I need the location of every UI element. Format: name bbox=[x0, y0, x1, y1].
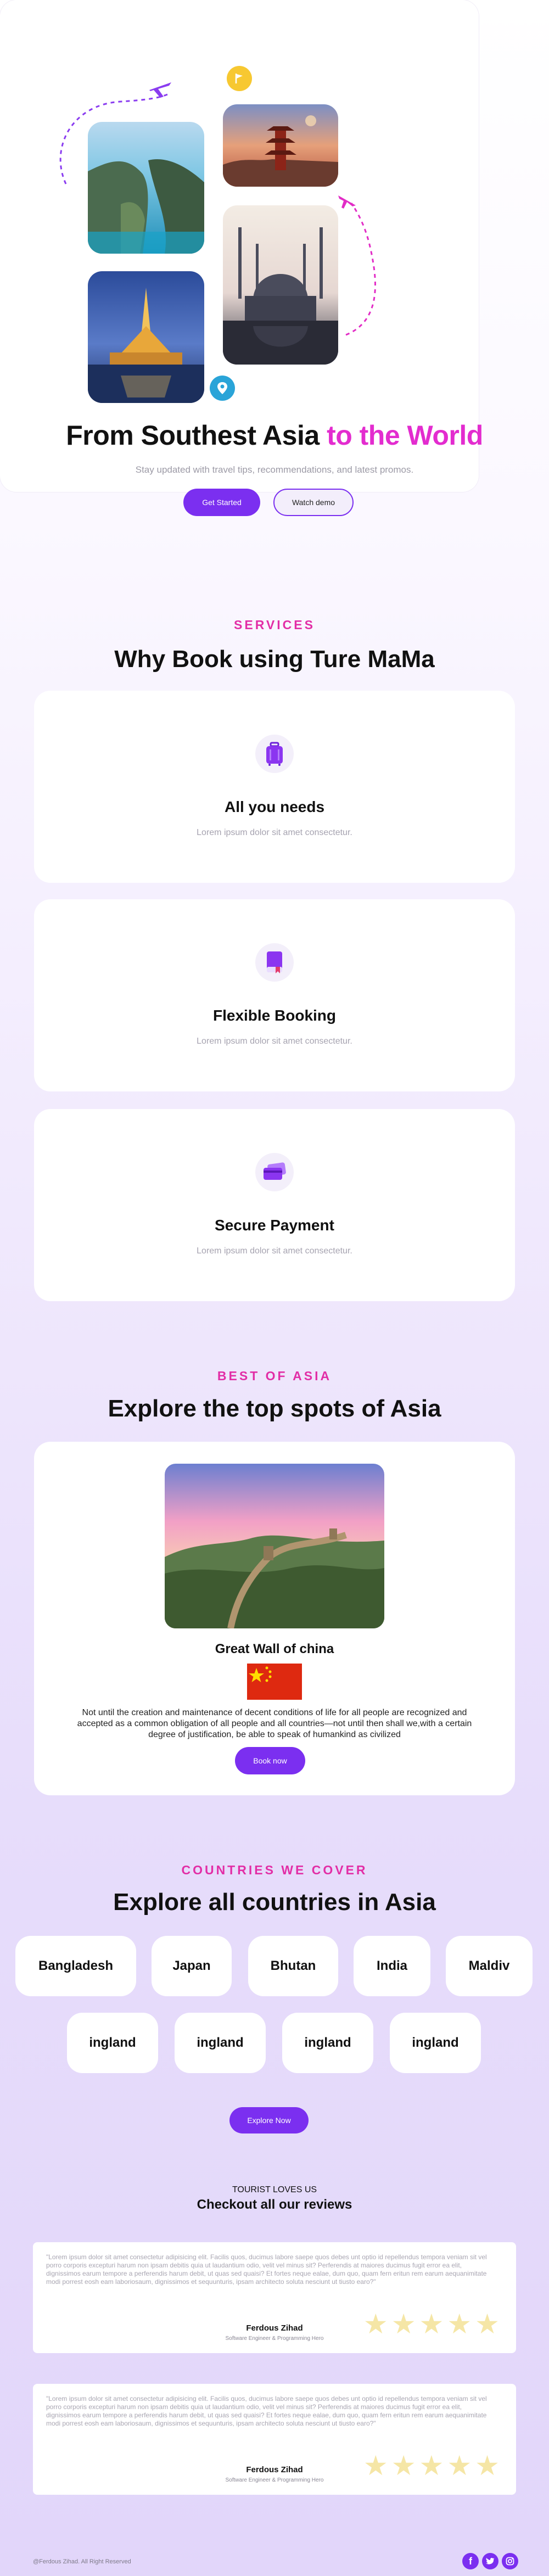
country-chip-bhutan[interactable]: Bhutan bbox=[248, 1936, 338, 1996]
countries-eyebrow: COUNTRIES WE COVER bbox=[181, 1863, 368, 1877]
country-chip-bangladesh[interactable]: Bangladesh bbox=[15, 1936, 136, 1996]
hero-title: From Southest Asia to the World bbox=[0, 419, 549, 451]
airplane-icon bbox=[149, 82, 171, 98]
booking-book-icon bbox=[255, 943, 294, 982]
service-desc: Lorem ipsum dolor sit amet consectetur. bbox=[197, 828, 352, 837]
location-flag-icon bbox=[227, 66, 252, 91]
photo-blue-mosque bbox=[223, 205, 338, 365]
hero-title-accent: to the World bbox=[327, 420, 483, 451]
star-icon: ★ bbox=[391, 2309, 416, 2339]
country-chip-japan[interactable]: Japan bbox=[152, 1936, 232, 1996]
service-card-secure-payment: Secure Payment Lorem ipsum dolor sit ame… bbox=[34, 1109, 515, 1301]
star-icon: ★ bbox=[419, 2450, 444, 2481]
service-title: All you needs bbox=[224, 798, 325, 815]
star-icon: ★ bbox=[447, 2450, 472, 2481]
service-desc: Lorem ipsum dolor sit amet consectetur. bbox=[197, 1037, 352, 1046]
map-pin-icon bbox=[210, 376, 235, 401]
country-chip-ingland[interactable]: ingland bbox=[175, 2013, 266, 2073]
reviews-eyebrow: TOURIST LOVES US bbox=[232, 2185, 317, 2194]
star-icon: ★ bbox=[419, 2309, 444, 2339]
review-text: "Lorem ipsum dolor sit amet consectetur … bbox=[46, 2253, 487, 2286]
star-icon: ★ bbox=[475, 2309, 500, 2339]
china-flag-icon bbox=[247, 1664, 302, 1700]
airplane-pink-icon bbox=[338, 195, 356, 209]
hero-subtitle: Stay updated with travel tips, recommend… bbox=[135, 464, 414, 475]
instagram-icon[interactable] bbox=[502, 2553, 518, 2569]
countries-heading: Explore all countries in Asia bbox=[113, 1889, 436, 1916]
country-chip-ingland[interactable]: ingland bbox=[67, 2013, 158, 2073]
spots-eyebrow: BEST OF ASIA bbox=[217, 1369, 332, 1383]
services-heading: Why Book using Ture MaMa bbox=[114, 646, 435, 673]
star-icon: ★ bbox=[475, 2450, 500, 2481]
service-title: Flexible Booking bbox=[212, 1007, 337, 1024]
reviews-heading: Checkout all our reviews bbox=[197, 2197, 352, 2212]
credit-card-icon bbox=[255, 1153, 294, 1191]
spot-description: Not until the creation and maintenance o… bbox=[77, 1708, 472, 1739]
photo-pagoda-sunset bbox=[223, 104, 338, 187]
service-card-flexible-booking: Flexible Booking Lorem ipsum dolor sit a… bbox=[34, 899, 515, 1091]
country-chip-ingland[interactable]: ingland bbox=[282, 2013, 373, 2073]
spot-place-name: Great Wall of china bbox=[215, 1642, 334, 1656]
service-desc: Lorem ipsum dolor sit amet consectetur. bbox=[197, 1246, 352, 1256]
get-started-button[interactable]: Get Started bbox=[183, 489, 260, 516]
star-icon: ★ bbox=[391, 2450, 416, 2481]
country-chip-maldiv[interactable]: Maldiv bbox=[446, 1936, 533, 1996]
book-now-button[interactable]: Book now bbox=[235, 1747, 305, 1774]
star-rating: ★ ★ ★ ★ ★ bbox=[363, 2310, 500, 2338]
review-card: "Lorem ipsum dolor sit amet consectetur … bbox=[33, 2242, 516, 2353]
star-icon: ★ bbox=[447, 2309, 472, 2339]
footer-copyright: @Ferdous Zihad. All Right Reserved bbox=[33, 2558, 131, 2565]
country-chip-ingland[interactable]: ingland bbox=[390, 2013, 481, 2073]
photo-island-cliffs bbox=[88, 122, 204, 254]
star-icon: ★ bbox=[363, 2309, 388, 2339]
social-links: f bbox=[462, 2553, 518, 2569]
review-text: "Lorem ipsum dolor sit amet consectetur … bbox=[46, 2395, 487, 2427]
explore-now-button[interactable]: Explore Now bbox=[229, 2107, 309, 2133]
suitcase-icon bbox=[255, 735, 294, 773]
star-rating: ★ ★ ★ ★ ★ bbox=[363, 2452, 500, 2479]
photo-bangkok-temple bbox=[88, 271, 204, 403]
twitter-icon[interactable] bbox=[482, 2553, 498, 2569]
facebook-icon[interactable]: f bbox=[462, 2553, 479, 2569]
country-chip-india[interactable]: India bbox=[354, 1936, 430, 1996]
star-icon: ★ bbox=[363, 2450, 388, 2481]
watch-demo-button[interactable]: Watch demo bbox=[273, 489, 354, 516]
flight-path-right bbox=[345, 203, 376, 336]
service-card-all-you-need: All you needs Lorem ipsum dolor sit amet… bbox=[34, 691, 515, 883]
hero-title-main: From Southest Asia bbox=[66, 420, 320, 451]
review-card: "Lorem ipsum dolor sit amet consectetur … bbox=[33, 2384, 516, 2495]
service-title: Secure Payment bbox=[215, 1217, 334, 1234]
photo-great-wall bbox=[165, 1464, 384, 1628]
spots-heading: Explore the top spots of Asia bbox=[108, 1395, 441, 1422]
services-eyebrow: SERVICES bbox=[234, 618, 315, 632]
